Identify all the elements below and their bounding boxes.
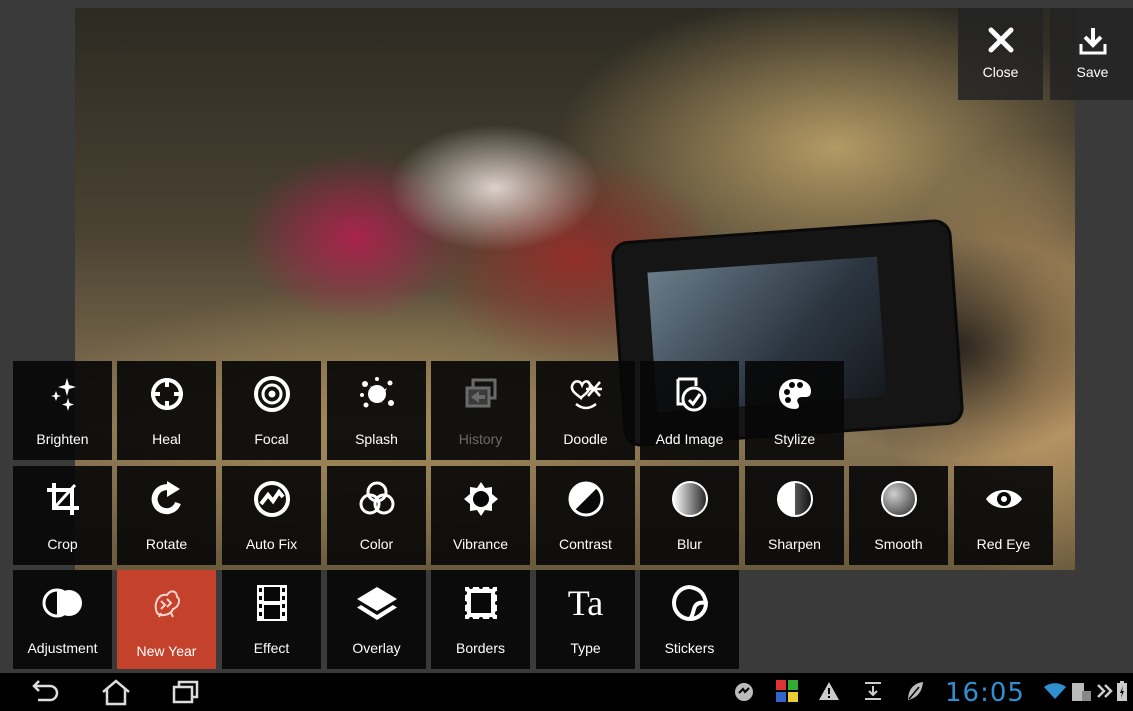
tool-new-year[interactable]: New Year xyxy=(117,570,216,669)
crosshair-icon xyxy=(117,374,216,414)
tool-stickers[interactable]: Stickers xyxy=(640,570,739,669)
tool-label: History xyxy=(458,431,503,447)
recent-apps-icon[interactable] xyxy=(170,678,202,711)
close-button[interactable]: Close xyxy=(958,8,1043,100)
doodle-icon xyxy=(536,374,635,414)
tool-add-image[interactable]: Add Image xyxy=(640,361,739,460)
tool-label: Smooth xyxy=(874,536,923,552)
tool-borders[interactable]: Borders xyxy=(431,570,530,669)
tool-label: Adjustment xyxy=(27,640,98,656)
system-navigation-bar: 16:05 xyxy=(0,673,1133,711)
tool-label: Blur xyxy=(677,536,702,552)
blur-icon xyxy=(640,479,739,519)
tool-rotate[interactable]: Rotate xyxy=(117,466,216,565)
splash-icon xyxy=(327,374,426,414)
tool-crop[interactable]: Crop xyxy=(13,466,112,565)
chat-icon xyxy=(733,681,755,708)
smooth-icon xyxy=(849,479,948,519)
tool-overlay[interactable]: Overlay xyxy=(327,570,426,669)
tool-history[interactable]: History xyxy=(431,361,530,460)
tool-splash[interactable]: Splash xyxy=(327,361,426,460)
tool-brighten[interactable]: Brighten xyxy=(13,361,112,460)
tool-label: Add Image xyxy=(655,431,724,447)
tool-effect[interactable]: Effect xyxy=(222,570,321,669)
tool-label: Borders xyxy=(455,640,506,656)
history-icon xyxy=(431,374,530,414)
type-icon-glyph: Ta xyxy=(567,583,604,623)
auto-fix-icon xyxy=(222,479,321,519)
tool-label: Red Eye xyxy=(976,536,1031,552)
tool-label: Type xyxy=(570,640,601,656)
vibrance-icon xyxy=(431,479,530,519)
palette-icon xyxy=(745,374,844,414)
tool-label: Sharpen xyxy=(768,536,821,552)
tool-label: Heal xyxy=(152,431,181,447)
tool-label: Brighten xyxy=(36,431,89,447)
tool-label: Splash xyxy=(355,431,398,447)
tool-color[interactable]: Color xyxy=(327,466,426,565)
close-icon xyxy=(958,8,1043,62)
tool-adjustment[interactable]: Adjustment xyxy=(13,570,112,669)
download-notification-icon xyxy=(862,680,884,707)
film-icon xyxy=(222,583,321,623)
tool-sharpen[interactable]: Sharpen xyxy=(745,466,844,565)
tool-label: Auto Fix xyxy=(245,536,298,552)
chevrons-icon xyxy=(1096,681,1114,706)
sticker-icon xyxy=(640,583,739,623)
crop-icon xyxy=(13,479,112,519)
tool-label: Overlay xyxy=(352,640,401,656)
tool-label: Doodle xyxy=(563,431,608,447)
tool-contrast[interactable]: Contrast xyxy=(536,466,635,565)
tool-blur[interactable]: Blur xyxy=(640,466,739,565)
close-label: Close xyxy=(982,64,1019,80)
tool-red-eye[interactable]: Red Eye xyxy=(954,466,1053,565)
tool-label: Color xyxy=(359,536,394,552)
rotate-icon xyxy=(117,479,216,519)
sparkle-icon xyxy=(13,374,112,414)
keyboard-dock-icon xyxy=(1070,679,1092,708)
back-icon[interactable] xyxy=(28,678,60,711)
tool-label: Effect xyxy=(253,640,290,656)
tool-type[interactable]: Ta Type xyxy=(536,570,635,669)
tool-label: New Year xyxy=(136,643,197,659)
layers-icon xyxy=(327,583,426,623)
tool-vibrance[interactable]: Vibrance xyxy=(431,466,530,565)
eye-icon xyxy=(954,479,1053,519)
tool-smooth[interactable]: Smooth xyxy=(849,466,948,565)
tool-label: Rotate xyxy=(145,536,188,552)
tool-label: Contrast xyxy=(559,536,612,552)
tool-label: Stylize xyxy=(773,431,816,447)
tool-stylize[interactable]: Stylize xyxy=(745,361,844,460)
adjustment-icon xyxy=(13,583,112,623)
type-icon: Ta xyxy=(536,583,635,623)
rooster-icon xyxy=(117,583,216,623)
contrast-icon xyxy=(536,479,635,519)
tool-label: Vibrance xyxy=(452,536,508,552)
target-icon xyxy=(222,374,321,414)
tool-label: Stickers xyxy=(664,640,715,656)
add-image-icon xyxy=(640,374,739,414)
tool-focal[interactable]: Focal xyxy=(222,361,321,460)
status-clock: 16:05 xyxy=(945,678,1025,708)
borders-icon xyxy=(431,583,530,623)
tool-label: Focal xyxy=(254,431,289,447)
battery-icon xyxy=(1116,680,1128,707)
home-icon[interactable] xyxy=(100,678,132,711)
warning-icon xyxy=(818,681,840,706)
tool-label: Crop xyxy=(47,536,78,552)
wifi-icon xyxy=(1043,682,1067,705)
download-icon xyxy=(1050,8,1133,62)
tool-doodle[interactable]: Doodle xyxy=(536,361,635,460)
tool-heal[interactable]: Heal xyxy=(117,361,216,460)
leaf-icon xyxy=(905,680,925,707)
color-circles-icon xyxy=(327,479,426,519)
tool-auto-fix[interactable]: Auto Fix xyxy=(222,466,321,565)
sharpen-icon xyxy=(745,479,844,519)
app-grid-icon xyxy=(775,679,799,708)
save-button[interactable]: Save xyxy=(1050,8,1133,100)
save-label: Save xyxy=(1076,64,1109,80)
